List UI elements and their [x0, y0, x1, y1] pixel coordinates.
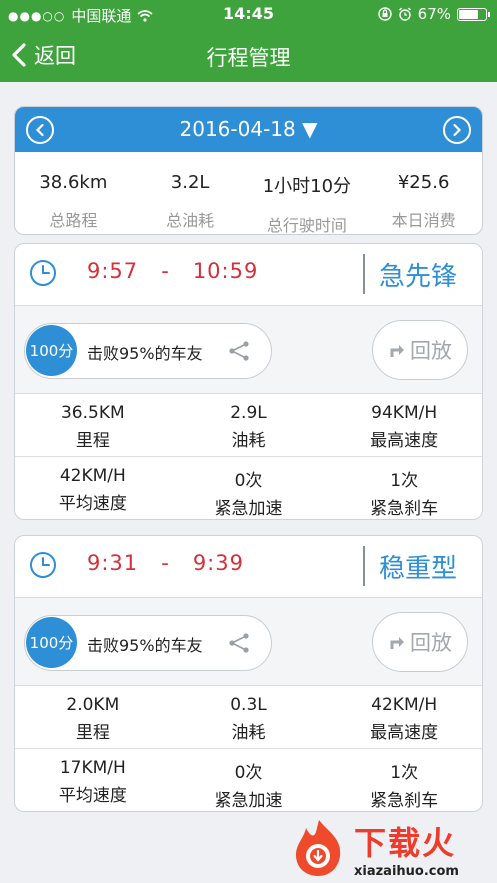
turn-arrow-icon — [390, 345, 404, 357]
stat-total-distance: 38.6km 总路程 — [39, 172, 108, 230]
metric-hard-braking: 1次 紧急刹车 — [370, 763, 439, 811]
metric-avg-speed: 42KM/H 平均速度 — [58, 466, 127, 514]
replay-label: 回放 — [410, 631, 452, 655]
stat-total-fuel: 3.2L 总油耗 — [166, 172, 215, 230]
trip-header: 9:31 - 9:39 稳重型 — [15, 536, 482, 598]
trip-header: 9:57 - 10:59 急先锋 — [15, 244, 482, 306]
date-selector-bar: 2016-04-18 ▼ — [15, 107, 482, 152]
metric-distance: 36.5KM 里程 — [15, 394, 171, 457]
replay-button[interactable]: 回放 — [372, 612, 468, 672]
score-badge: 100分 — [26, 325, 77, 376]
score-badge: 100分 — [26, 617, 77, 668]
metric-distance: 2.0KM 里程 — [15, 686, 171, 749]
trip-score-row: 100分 击败95%的车友 回放 — [15, 306, 482, 394]
battery-icon — [457, 7, 490, 21]
divider — [363, 546, 365, 586]
status-bar: ●●●○○ 中国联通 14:45 67% — [0, 0, 497, 30]
nav-bar: 返回 行程管理 — [0, 30, 497, 82]
trip-metrics: 36.5KM 里程 2.9L 油耗 94KM/H 最高速度 42KM/H 平均速度 0次… — [15, 394, 482, 519]
replay-button[interactable]: 回放 — [372, 320, 468, 380]
share-icon[interactable] — [227, 340, 251, 362]
dropdown-arrow-icon: ▼ — [302, 117, 318, 141]
metric-avg-speed: 17KM/H 平均速度 — [58, 758, 127, 806]
trip-time-range: 9:57 - 10:59 — [87, 259, 259, 283]
next-day-button[interactable] — [443, 116, 471, 144]
score-share-pill[interactable]: 100分 击败95%的车友 — [24, 615, 272, 671]
trip-card[interactable]: 9:31 - 9:39 稳重型 100分 击败95%的车友 回放 2.0KM 里… — [14, 535, 483, 812]
date-picker[interactable]: 2016-04-18 ▼ — [15, 117, 482, 141]
rank-text: 击败95%的车友 — [87, 636, 203, 655]
current-date: 2016-04-18 — [179, 117, 296, 141]
trip-metrics: 2.0KM 里程 0.3L 油耗 42KM/H 最高速度 17KM/H 平均速度 0次紧… — [15, 686, 482, 811]
metric-max-speed: 42KM/H 最高速度 — [326, 686, 482, 749]
driving-style-label: 稳重型 — [379, 554, 458, 584]
alarm-icon — [398, 7, 411, 21]
battery-percent: 67% — [417, 5, 451, 23]
driving-style-label: 急先锋 — [379, 262, 458, 292]
stat-total-drive-time: 1小时10分 总行驶时间 — [262, 176, 352, 235]
trip-time-range: 9:31 - 9:39 — [87, 551, 244, 575]
trip-card[interactable]: 9:57 - 10:59 急先锋 100分 击败95%的车友 回放 36.5KM… — [14, 243, 483, 520]
page-title: 行程管理 — [206, 46, 291, 70]
rank-text: 击败95%的车友 — [87, 344, 203, 363]
stat-daily-cost: ¥25.6 本日消费 — [391, 172, 456, 230]
score-share-pill[interactable]: 100分 击败95%的车友 — [24, 323, 272, 379]
divider — [363, 254, 365, 294]
metric-max-speed: 94KM/H 最高速度 — [326, 394, 482, 457]
metric-fuel: 0.3L 油耗 — [170, 686, 327, 749]
turn-arrow-icon — [390, 637, 404, 649]
replay-label: 回放 — [410, 339, 452, 363]
daily-summary-card: 2016-04-18 ▼ 38.6km 总路程 3.2L 总油耗 1小时10分 … — [14, 106, 483, 235]
watermark: 下载火 xiazaihuo.com — [290, 818, 497, 883]
clock-icon — [30, 552, 56, 578]
clock-icon — [30, 260, 56, 286]
metric-hard-braking: 1次 紧急刹车 — [370, 471, 439, 519]
trip-score-row: 100分 击败95%的车友 回放 — [15, 598, 482, 686]
orientation-lock-icon — [377, 7, 392, 21]
watermark-site: xiazaihuo.com — [354, 864, 459, 879]
share-icon[interactable] — [227, 632, 251, 654]
metric-fuel: 2.9L 油耗 — [170, 394, 327, 457]
metric-hard-acceleration: 0次 紧急加速 — [214, 763, 283, 811]
chevron-right-icon — [453, 123, 462, 137]
flame-logo-icon — [296, 820, 341, 876]
watermark-name: 下载火 — [354, 824, 457, 862]
metric-hard-acceleration: 0次 紧急加速 — [214, 471, 283, 519]
